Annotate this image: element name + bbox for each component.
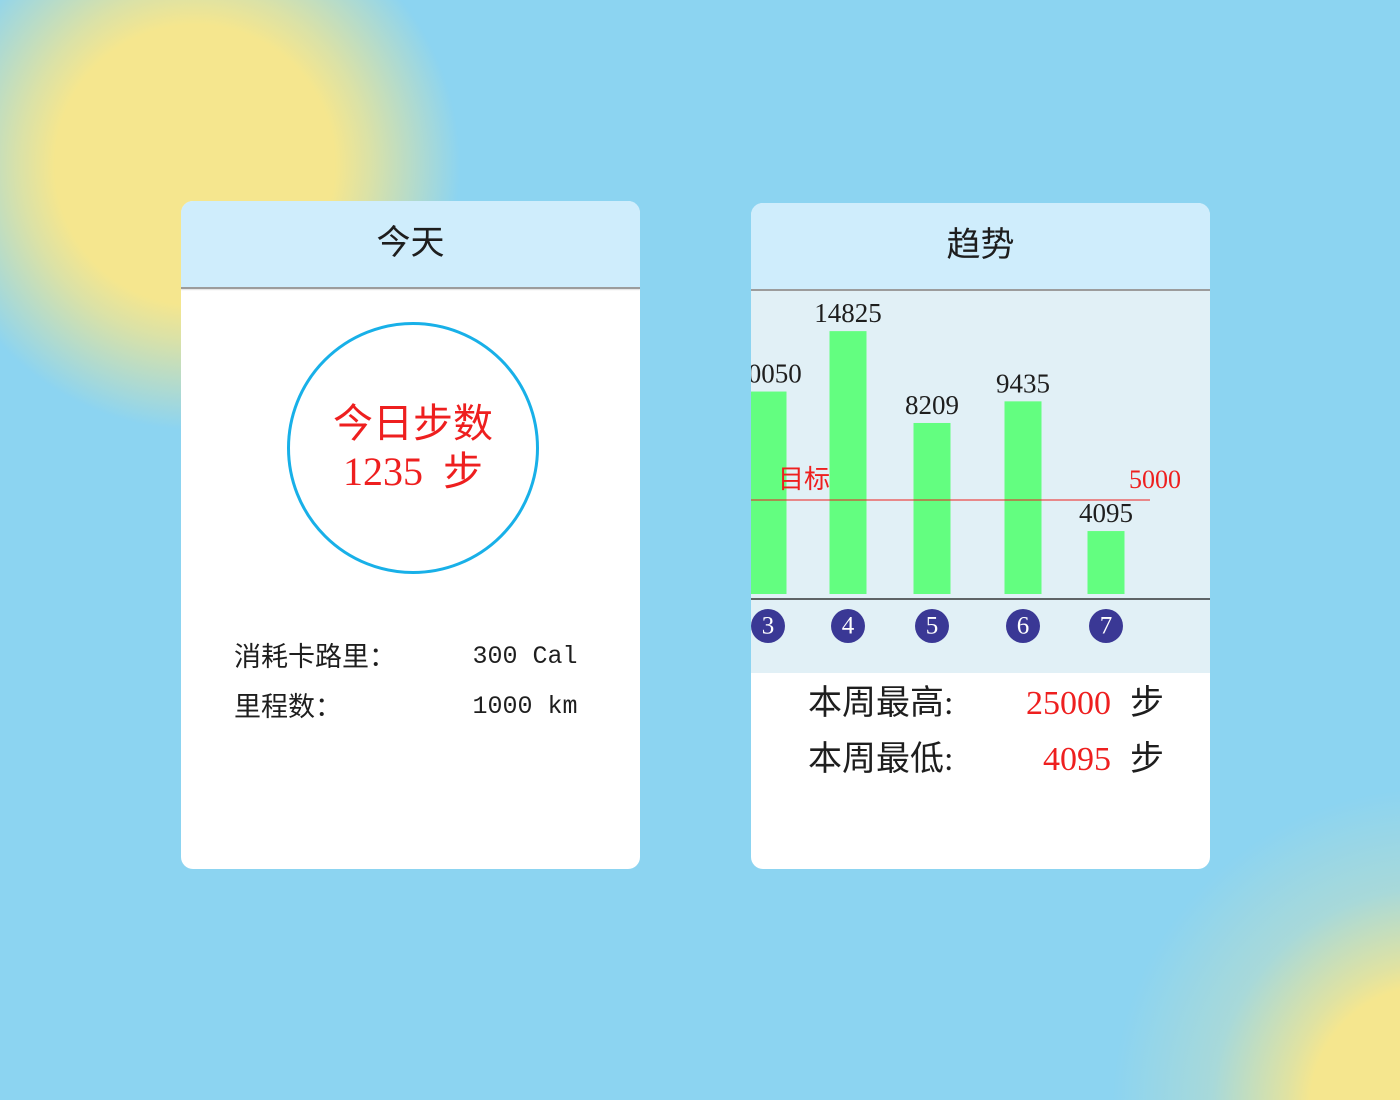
- steps-count-unit: 步: [443, 449, 483, 494]
- trend-card-title: 趋势: [946, 227, 1015, 264]
- bar: [1004, 401, 1042, 594]
- trend-card-header: 趋势: [751, 203, 1210, 291]
- category-label: 7: [1100, 613, 1113, 640]
- calories-label: 消耗卡路里：: [234, 642, 396, 672]
- category-label: 6: [1017, 613, 1030, 640]
- trend-card: 趋势 10050 3 14825 4 8209 5 9435 6 4095 7 目标 5000 本周最…: [751, 203, 1210, 869]
- calories-value: 300 Cal: [472, 642, 578, 671]
- today-card: 今天 今日步数 1235 步 消耗卡路里： 300 Cal 里程数： 1000 k…: [181, 201, 640, 869]
- target-value-label: 5000: [1129, 465, 1181, 494]
- distance-label: 里程数：: [234, 692, 342, 722]
- bar: [1087, 531, 1125, 594]
- bar-value-label: 8209: [905, 390, 959, 420]
- bar-value-label: 9435: [996, 368, 1050, 398]
- steps-ring-label: 今日步数: [333, 401, 493, 446]
- weekly-high-label: 本周最高:: [808, 685, 954, 722]
- steps-ring: 今日步数 1235 步: [287, 322, 539, 574]
- category-label: 5: [926, 613, 939, 640]
- steps-count-value: 1235: [343, 449, 423, 494]
- weekly-low-label: 本周最低:: [808, 741, 954, 778]
- weekly-low-unit: 步: [1130, 741, 1164, 778]
- steps-ring-count: 1235 步: [343, 448, 483, 496]
- weekly-low-value: 4095: [1043, 741, 1111, 778]
- bar: [913, 422, 951, 594]
- today-card-header: 今天: [181, 201, 640, 289]
- bar-value-label: 14825: [814, 298, 882, 328]
- today-card-title: 今天: [376, 225, 445, 262]
- bar-value-label: 4095: [1079, 498, 1133, 528]
- trend-chart-svg: 10050 3 14825 4 8209 5 9435 6 4095 7 目标 5000: [751, 298, 1210, 643]
- trend-chart-scroll-area[interactable]: 10050 3 14825 4 8209 5 9435 6 4095 7 目标 5000: [751, 291, 1210, 673]
- weekly-high-unit: 步: [1130, 685, 1164, 722]
- category-label: 4: [842, 613, 855, 640]
- category-label: 3: [762, 613, 775, 640]
- bar: [829, 331, 867, 594]
- app-screen: 今天 今日步数 1235 步 消耗卡路里： 300 Cal 里程数： 1000 k…: [0, 0, 1400, 1100]
- bar-value-label: 10050: [751, 359, 802, 389]
- distance-value: 1000 km: [472, 692, 578, 721]
- weekly-high-value: 25000: [1026, 685, 1111, 722]
- target-label: 目标: [778, 465, 830, 494]
